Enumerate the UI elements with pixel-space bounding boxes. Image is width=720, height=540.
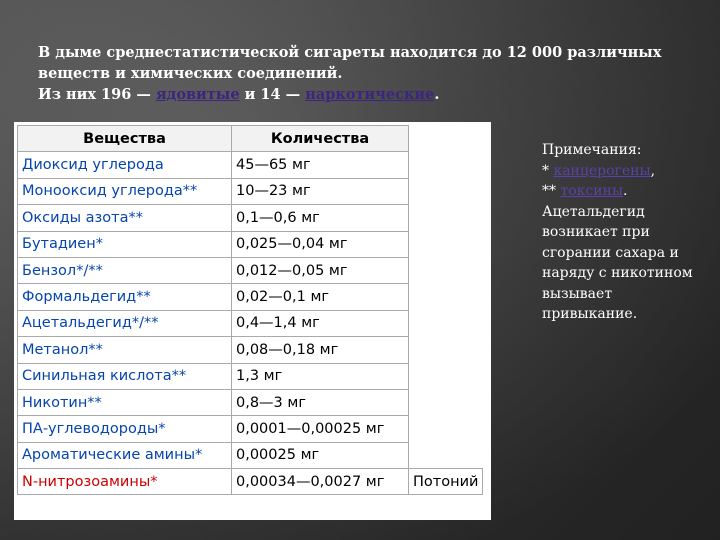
quantity-cell: 10—23 мг	[231, 177, 409, 206]
heading-line-3-mid: и 14 —	[239, 86, 306, 103]
table-row: ПА-углеводороды* 0,0001—0,00025 мг	[17, 415, 483, 443]
quantity-cell: 0,1—0,6 мг	[231, 204, 409, 232]
substance-link[interactable]: Никотин**	[17, 388, 232, 417]
header-substances: Вещества	[17, 124, 232, 153]
carcinogens-link[interactable]: канцерогены	[553, 163, 650, 179]
substance-link[interactable]: Формальдегид**	[17, 283, 232, 311]
notes-line-1-suffix: ,	[650, 162, 656, 179]
quantity-cell: 45—65 мг	[231, 151, 409, 179]
substance-link[interactable]: Монооксид углерода**	[17, 177, 232, 206]
substance-link[interactable]: N-нитрозоамины*	[17, 468, 232, 496]
quantity-cell: 0,4—1,4 мг	[231, 309, 409, 338]
quantity-cell: 0,00034—0,0027 мг	[231, 468, 409, 496]
notes-title: Примечания:	[542, 142, 642, 158]
substance-link[interactable]: Диоксид углерода	[17, 151, 232, 179]
quantity-cell: 0,00025 мг	[231, 441, 409, 470]
note-cell	[409, 310, 483, 336]
notes-line-2-suffix: .	[623, 183, 628, 199]
notes-block: Примечания: * канцерогены, ** токсины. А…	[542, 140, 702, 325]
notes-line-2-prefix: **	[542, 183, 561, 199]
notes-line-1-prefix: *	[542, 162, 554, 179]
quantity-cell: 0,8—3 мг	[231, 388, 409, 417]
quantity-cell: 0,0001—0,00025 мг	[231, 415, 409, 443]
note-cell	[409, 416, 483, 442]
header-empty	[409, 126, 483, 152]
table-row: Бензол*/** 0,012—0,05 мг	[17, 256, 483, 285]
note-cell	[409, 284, 483, 310]
toxins-link[interactable]: токсины	[560, 183, 623, 199]
substance-link[interactable]: Оксиды азота**	[17, 204, 232, 232]
table-row: Оксиды азота** 0,1—0,6 мг	[17, 204, 483, 232]
table-row: Синильная кислота** 1,3 мг	[17, 362, 483, 390]
notes-line-carcinogens: * канцерогены,	[542, 161, 702, 182]
substance-link[interactable]: Бутадиен*	[17, 230, 232, 258]
heading-line-1: В дыме среднестатистической сигареты нах…	[38, 44, 662, 61]
note-cell	[409, 389, 483, 415]
substances-table: Вещества Количества Диоксид углерода 45—…	[17, 124, 484, 496]
note-cell	[409, 257, 483, 283]
substance-link[interactable]: Бензол*/**	[17, 256, 232, 285]
heading-line-3-prefix: Из них 196 —	[38, 86, 156, 103]
table-row: Бутадиен* 0,025—0,04 мг	[17, 230, 483, 258]
notes-body: Ацетальдегид возникает при сгорании саха…	[542, 203, 693, 323]
substances-table-panel: Вещества Количества Диоксид углерода 45—…	[14, 122, 491, 520]
slide-heading: В дыме среднестатистической сигареты нах…	[38, 42, 678, 105]
table-row: Метанол** 0,08—0,18 мг	[17, 336, 483, 364]
table-row: N-нитрозоамины* 0,00034—0,0027 мг Потони…	[17, 468, 484, 496]
note-cell	[409, 363, 483, 389]
quantity-cell: 1,3 мг	[231, 362, 409, 390]
note-cell	[409, 178, 483, 204]
quantity-cell: 0,025—0,04 мг	[231, 230, 409, 258]
table-row: Монооксид углерода** 10—23 мг	[17, 177, 483, 206]
note-cell	[409, 152, 483, 178]
note-cell	[409, 337, 483, 363]
narcotic-link[interactable]: наркотические	[305, 86, 434, 103]
note-cell	[409, 231, 483, 257]
note-cell: Потоний	[407, 468, 484, 496]
toxic-link[interactable]: ядовитые	[156, 86, 240, 103]
note-cell	[409, 205, 483, 231]
heading-line-3: Из них 196 — ядовитые и 14 — наркотическ…	[38, 84, 678, 105]
table-row: Диоксид углерода 45—65 мг	[17, 151, 483, 179]
notes-line-toxins: ** токсины.	[542, 181, 702, 202]
table-header-row: Вещества Количества	[17, 124, 483, 153]
substance-link[interactable]: Ацетальдегид*/**	[17, 309, 232, 338]
table-row: Никотин** 0,8—3 мг	[17, 388, 483, 417]
quantity-cell: 0,08—0,18 мг	[231, 336, 409, 364]
quantity-cell: 0,012—0,05 мг	[231, 256, 409, 285]
heading-line-3-suffix: .	[434, 86, 440, 103]
heading-line-2: веществ и химических соединений.	[38, 65, 343, 82]
quantity-cell: 0,02—0,1 мг	[231, 283, 409, 311]
substance-link[interactable]: Ароматические амины*	[17, 441, 232, 470]
substance-link[interactable]: Метанол**	[17, 336, 232, 364]
header-quantities: Количества	[231, 124, 409, 153]
substance-link[interactable]: ПА-углеводороды*	[17, 415, 232, 443]
table-row: Ароматические амины* 0,00025 мг	[17, 441, 483, 470]
table-row: Ацетальдегид*/** 0,4—1,4 мг	[17, 309, 483, 338]
table-row: Формальдегид** 0,02—0,1 мг	[17, 283, 483, 311]
substance-link[interactable]: Синильная кислота**	[17, 362, 232, 390]
note-cell	[409, 442, 483, 468]
